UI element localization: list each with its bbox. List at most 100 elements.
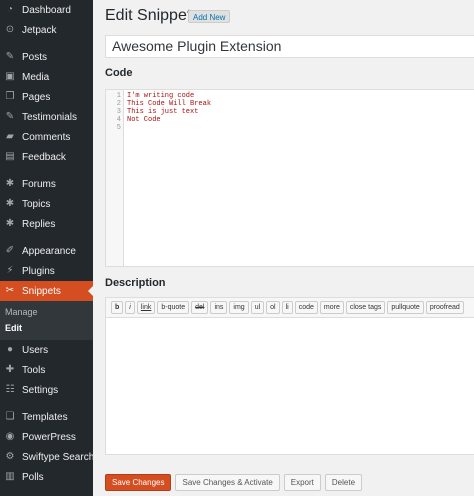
line-number: 4 <box>116 116 121 124</box>
menu-polls[interactable]: ▥ Polls <box>0 467 93 487</box>
menu-templates[interactable]: ❏ Templates <box>0 407 93 427</box>
menu-label: Topics <box>22 198 51 210</box>
dashboard-icon: ◔ <box>6 4 14 15</box>
qt-pullquote-button[interactable]: pullquote <box>387 301 424 314</box>
menu-tools[interactable]: ✚ Tools <box>0 360 93 380</box>
menu-powerpress[interactable]: ◉ PowerPress <box>0 427 93 447</box>
qt-italic-button[interactable]: i <box>125 301 135 314</box>
submenu-edit[interactable]: Edit <box>0 320 93 336</box>
line-number: 1 <box>116 92 121 100</box>
menu-label: Appearance <box>22 245 76 257</box>
menu-pages[interactable]: ❐ Pages <box>0 87 93 107</box>
menu-topics[interactable]: ✱ Topics <box>0 194 93 214</box>
comment-icon: ▰ <box>6 131 14 142</box>
admin-sidebar: ◔ Dashboard ⊙ Jetpack ✎ Posts ▣ Media ❐ Pages… <box>0 0 95 496</box>
menu-label: Pages <box>22 91 51 103</box>
menu-appearance[interactable]: ✐ Appearance <box>0 241 93 261</box>
menu-label: Replies <box>22 218 56 230</box>
add-new-button[interactable]: Add New <box>188 10 231 23</box>
menu-swiftype-search[interactable]: ⚙ Swiftype Search <box>0 447 95 467</box>
menu-feedback[interactable]: ▤ Feedback <box>0 147 93 167</box>
menu-separator <box>0 40 93 47</box>
qt-code-button[interactable]: code <box>294 301 318 314</box>
code-editor[interactable]: 1 2 3 4 5 I'm writing code This Code Wil… <box>105 89 474 267</box>
menu-label: Feedback <box>22 151 66 163</box>
qt-blockquote-button[interactable]: b-quote <box>157 301 190 314</box>
menu-replies[interactable]: ✱ Replies <box>0 214 93 234</box>
settings-icon: ☷ <box>5 384 15 395</box>
menu-snippets[interactable]: ✂ Snippets <box>0 281 93 301</box>
menu-posts[interactable]: ✎ Posts <box>0 47 93 67</box>
menu-plugins[interactable]: ⚡ Plugins <box>0 261 93 281</box>
media-icon: ▣ <box>5 71 15 82</box>
qt-more-button[interactable]: more <box>319 301 344 314</box>
wrench-icon: ✚ <box>5 364 15 375</box>
search-icon: ⚙ <box>5 451 15 462</box>
menu-separator <box>0 234 93 241</box>
line-number: 2 <box>116 100 121 108</box>
menu-label: Polls <box>22 471 44 483</box>
qt-close-tags-button[interactable]: close tags <box>345 301 386 314</box>
menu-label: Dashboard <box>22 4 71 16</box>
qt-del-button[interactable]: del <box>191 301 209 314</box>
snippet-title-input[interactable]: Awesome Plugin Extension <box>105 35 474 58</box>
polls-icon: ▥ <box>5 471 15 482</box>
user-icon: ● <box>6 344 14 355</box>
code-label: Code <box>105 67 133 79</box>
code-line: This Code Will Break <box>127 100 212 108</box>
save-activate-button[interactable]: Save Changes & Activate <box>175 474 280 491</box>
qt-ins-button[interactable]: ins <box>210 301 228 314</box>
code-line: Not Code <box>127 116 161 124</box>
menu-dashboard[interactable]: ◔ Dashboard <box>0 0 93 20</box>
menu-label: Media <box>22 71 50 83</box>
quicktags-toolbar: b i link b-quote del ins img ul ol li co… <box>106 298 474 318</box>
qt-link-button[interactable]: link <box>136 301 156 314</box>
qt-bold-button[interactable]: b <box>111 301 124 314</box>
menu-label: Snippets <box>22 285 61 297</box>
menu-media[interactable]: ▣ Media <box>0 67 93 87</box>
qt-proofread-button[interactable]: proofread <box>425 301 464 314</box>
description-editor[interactable]: b i link b-quote del ins img ul ol li co… <box>105 297 474 455</box>
qt-ul-button[interactable]: ul <box>250 301 265 314</box>
brush-icon: ✐ <box>5 245 15 256</box>
replies-icon: ✱ <box>5 218 15 229</box>
menu-label: Posts <box>22 51 48 63</box>
feedback-icon: ▤ <box>5 151 15 162</box>
page-title: Edit Snippet <box>105 7 192 24</box>
scissors-icon: ✂ <box>5 285 15 296</box>
description-label: Description <box>105 277 166 289</box>
topics-icon: ✱ <box>5 198 15 209</box>
plugin-icon: ⚡ <box>6 265 14 276</box>
export-button[interactable]: Export <box>283 474 321 491</box>
menu-users[interactable]: ● Users <box>0 340 93 360</box>
menu-comments[interactable]: ▰ Comments <box>0 127 93 147</box>
menu-label: Jetpack <box>22 24 57 36</box>
menu-label: Users <box>22 344 49 356</box>
menu-forums[interactable]: ✱ Forums <box>0 174 93 194</box>
menu-separator <box>0 167 93 174</box>
menu-testimonials[interactable]: ✎ Testimonials <box>0 107 93 127</box>
menu-separator <box>0 400 93 407</box>
code-line: I'm writing code <box>127 92 195 100</box>
pages-icon: ❐ <box>5 91 15 102</box>
forums-icon: ✱ <box>5 178 15 189</box>
qt-li-button[interactable]: li <box>281 301 293 314</box>
action-bar: Save Changes Save Changes & Activate Exp… <box>105 474 363 491</box>
menu-jetpack[interactable]: ⊙ Jetpack <box>0 20 93 40</box>
save-changes-button[interactable]: Save Changes <box>105 474 172 491</box>
menu-label: Tools <box>22 364 46 376</box>
code-lines[interactable]: I'm writing code This Code Will Break Th… <box>124 90 211 266</box>
delete-button[interactable]: Delete <box>324 474 363 491</box>
code-line: This is just text <box>127 108 199 116</box>
line-number: 5 <box>116 124 121 132</box>
menu-settings[interactable]: ☷ Settings <box>0 380 93 400</box>
jetpack-icon: ⊙ <box>5 24 15 35</box>
templates-icon: ❏ <box>5 411 15 422</box>
qt-img-button[interactable]: img <box>229 301 249 314</box>
menu-label: Swiftype Search <box>22 451 95 463</box>
menu-label: Comments <box>22 131 71 143</box>
qt-ol-button[interactable]: ol <box>266 301 280 314</box>
submenu-manage[interactable]: Manage <box>0 304 93 320</box>
line-number: 3 <box>116 108 121 116</box>
